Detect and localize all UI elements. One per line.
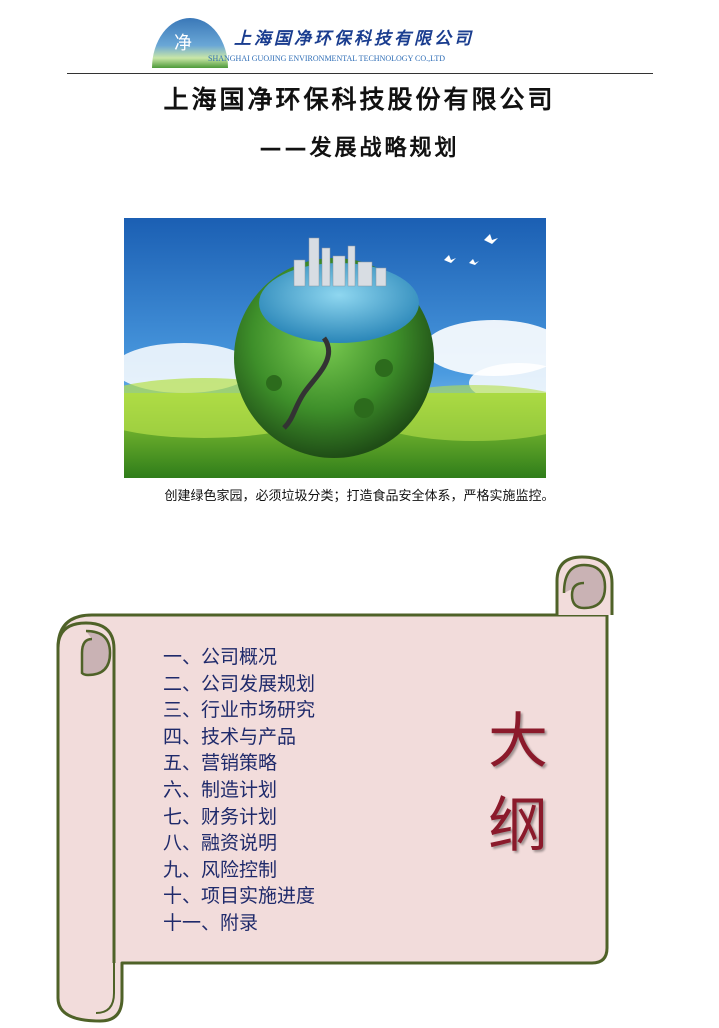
outline-item: 七、财务计划 bbox=[163, 805, 278, 828]
outline-item: 四、技术与产品 bbox=[163, 725, 297, 748]
document-subtitle: ——发展战略规划 bbox=[259, 136, 460, 161]
outline-item: 二、公司发展规划 bbox=[163, 672, 316, 695]
company-logo: 净 上海国净环保科技有限公司 SHANGHAI GUOJING ENVIRONM… bbox=[152, 14, 508, 70]
image-caption: 创建绿色家园，必须垃圾分类；打造食品安全体系，严格实施监控。 bbox=[164, 489, 555, 504]
cover-illustration bbox=[124, 218, 546, 478]
outline-item: 五、营销策略 bbox=[163, 752, 278, 775]
outline-item: 十一、附录 bbox=[163, 911, 259, 934]
logo-char: 净 bbox=[174, 33, 192, 54]
outline-item: 一、公司概况 bbox=[163, 646, 278, 668]
outline-item: 十、项目实施进度 bbox=[163, 885, 316, 908]
green-globe-illustration bbox=[124, 218, 546, 478]
logo-company-name-en: SHANGHAI GUOJING ENVIRONMENTAL TECHNOLOG… bbox=[208, 54, 445, 63]
outline-item: 六、制造计划 bbox=[163, 778, 278, 801]
document-title: 上海国净环保科技股份有限公司 bbox=[163, 85, 556, 114]
outline-heading-line1: 大 bbox=[488, 707, 548, 777]
logo-company-name-cn: 上海国净环保科技有限公司 bbox=[234, 29, 474, 49]
outline-item: 三、行业市场研究 bbox=[163, 699, 316, 722]
outline-heading: 大 纲 bbox=[478, 700, 558, 868]
header-divider bbox=[67, 73, 653, 74]
outline-list: 一、公司概况 二、公司发展规划 三、行业市场研究 四、技术与产品 五、营销策略 … bbox=[163, 644, 315, 937]
outline-heading-line2: 纲 bbox=[488, 791, 548, 861]
outline-item: 九、风险控制 bbox=[163, 858, 278, 881]
outline-item: 八、融资说明 bbox=[163, 832, 278, 855]
